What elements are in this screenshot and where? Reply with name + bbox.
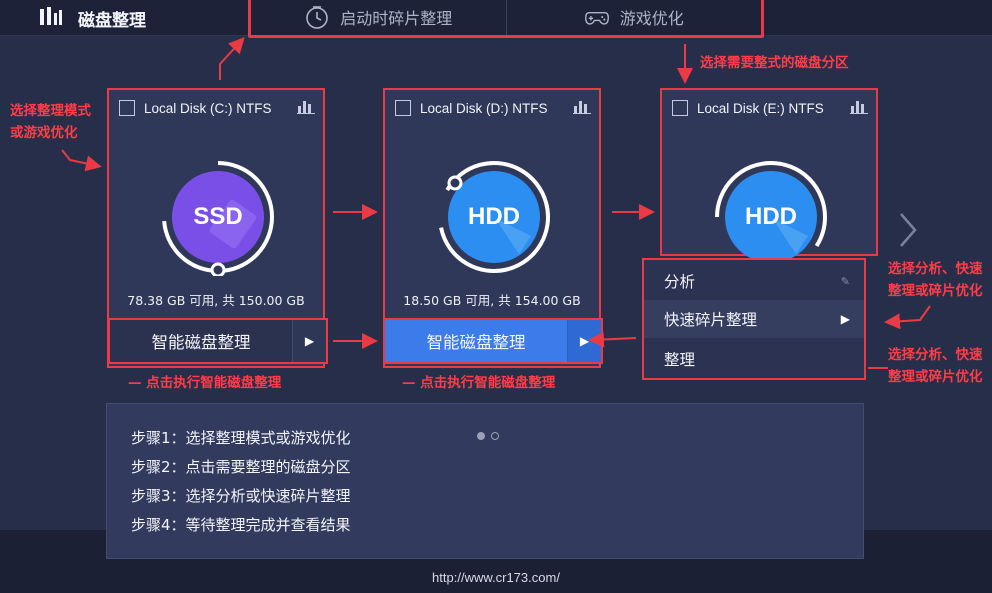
pager-dots [477, 432, 499, 440]
steps-panel: 步骤1：选择整理模式或游戏优化 步骤2：点击需要整理的磁盘分区 步骤3：选择分析… [106, 403, 864, 559]
pager-dot-active[interactable] [477, 432, 485, 440]
step-3: 步骤3：选择分析或快速碎片整理 [131, 487, 351, 505]
step-1: 步骤1：选择整理模式或游戏优化 [131, 429, 351, 447]
step-2: 步骤2：点击需要整理的磁盘分区 [131, 458, 351, 476]
footer-url: http://www.cr173.com/ [432, 570, 560, 585]
step-4: 步骤4：等待整理完成并查看结果 [131, 516, 351, 534]
pager-dot[interactable] [491, 432, 499, 440]
